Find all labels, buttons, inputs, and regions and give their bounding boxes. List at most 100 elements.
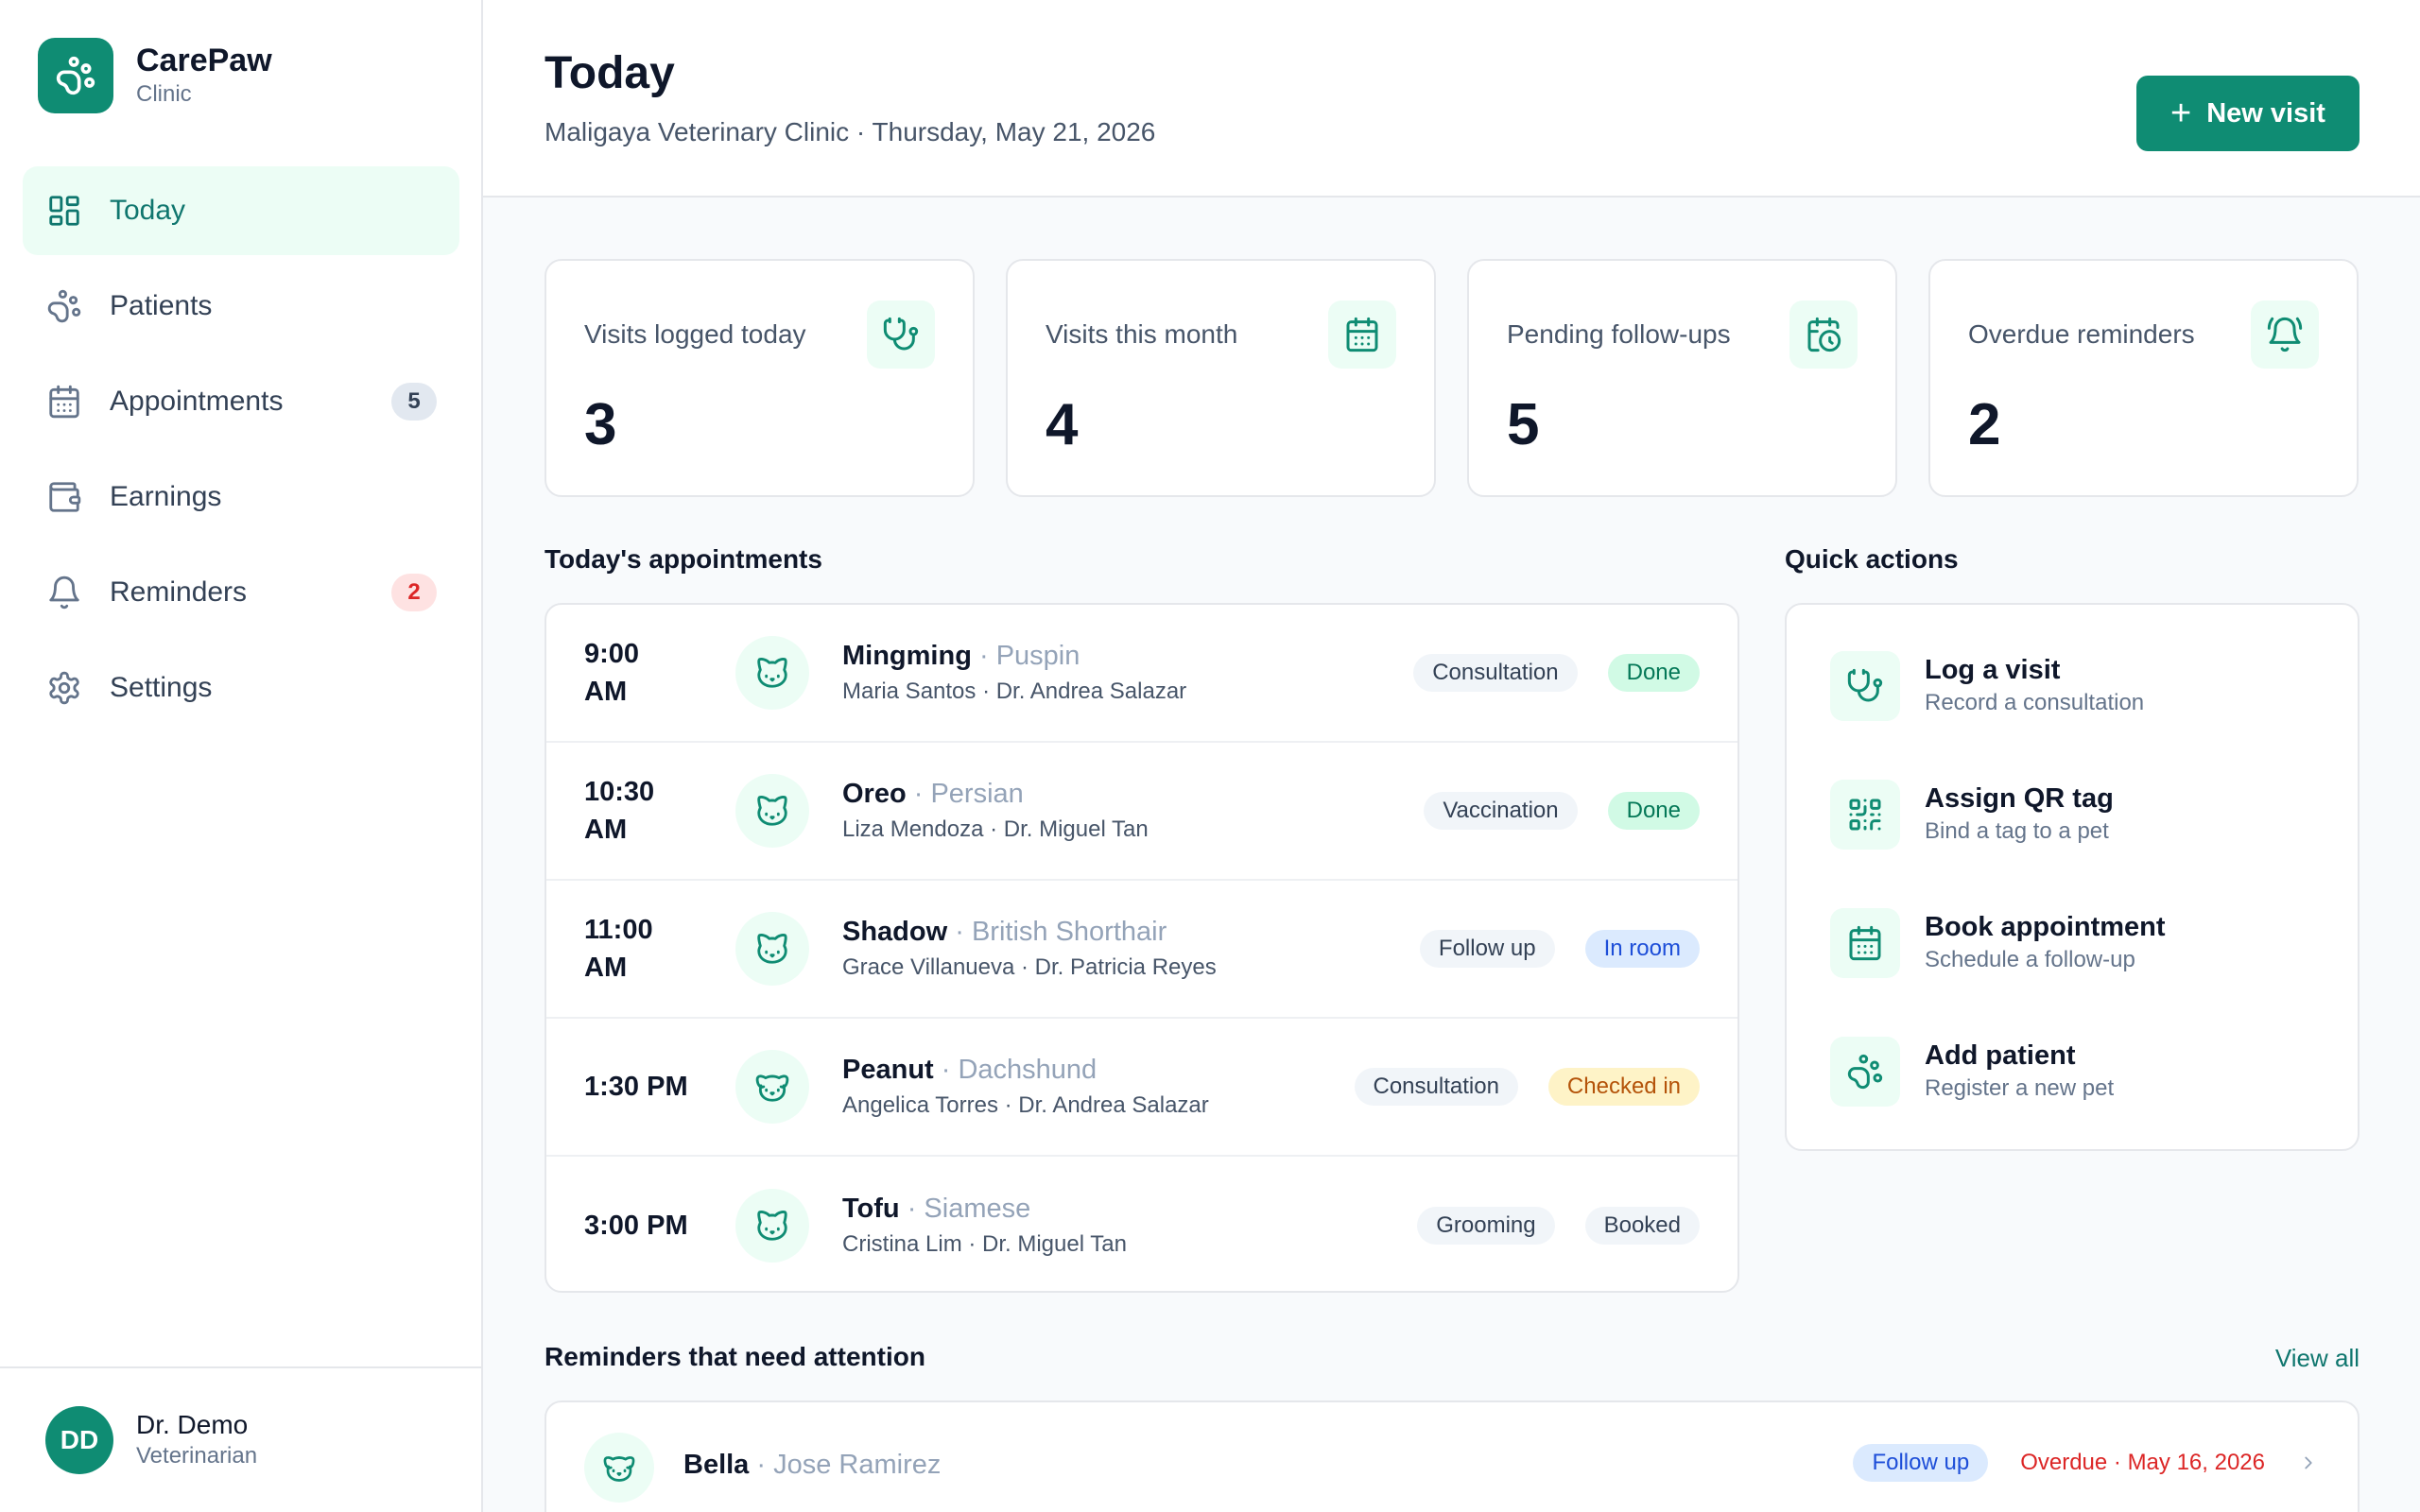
owner-vet: Angelica Torres · Dr. Andrea Salazar: [842, 1092, 1209, 1118]
page-title: Today: [544, 48, 675, 98]
sidebar-item-earnings[interactable]: Earnings: [23, 453, 459, 541]
calendar-icon: [45, 383, 83, 421]
stat-card-followups: Pending follow-ups 5: [1467, 259, 1897, 497]
alarm-bell-icon: [2251, 301, 2319, 369]
stat-label: Visits logged today: [584, 319, 806, 349]
stats-row: Visits logged today 3 Visits this month …: [544, 259, 2360, 497]
status-badge: Done: [1607, 792, 1700, 830]
appointment-row[interactable]: 9:00 AM Mingming · Puspin Maria Santos ·…: [546, 605, 1737, 743]
appointment-time: 1:30 PM: [584, 1072, 688, 1102]
visit-type-tag: Consultation: [1413, 654, 1578, 692]
quick-action-book-appointment[interactable]: Book appointment Schedule a follow-up: [1830, 896, 2166, 990]
appointment-time: 9:00 AM: [584, 639, 640, 707]
pet-breed: · British Shorthair: [955, 917, 1167, 947]
sidebar: CarePaw Clinic Today Patients Appointmen…: [0, 0, 483, 1512]
sidebar-item-label: Earnings: [110, 481, 222, 512]
owner-vet: Maria Santos · Dr. Andrea Salazar: [842, 679, 1187, 704]
stat-value: 3: [584, 392, 617, 457]
visit-type-tag: Grooming: [1417, 1207, 1555, 1245]
pet-breed: · Siamese: [907, 1194, 1031, 1224]
pet-name: Tofu: [842, 1194, 900, 1224]
sidebar-item-label: Appointments: [110, 386, 284, 417]
status-badge: In room: [1584, 930, 1700, 968]
page-header: Today Maligaya Veterinary Clinic · Thurs…: [483, 0, 2420, 198]
appointments-count-badge: 5: [391, 383, 437, 421]
dog-icon: [584, 1433, 654, 1503]
new-visit-label: New visit: [2206, 97, 2325, 129]
quick-action-log-visit[interactable]: Log a visit Record a consultation: [1830, 639, 2144, 733]
page-subtitle: Maligaya Veterinary Clinic · Thursday, M…: [544, 117, 1156, 146]
sidebar-nav: Today Patients Appointments 5 Earnings R…: [23, 166, 459, 739]
reminder-row[interactable]: Bella · Jose Ramirez Follow up Overdue ·…: [544, 1400, 2360, 1512]
stat-card-overdue: Overdue reminders 2: [1928, 259, 2359, 497]
brand[interactable]: CarePaw Clinic: [38, 38, 272, 113]
stat-value: 2: [1968, 392, 2001, 457]
sidebar-item-patients[interactable]: Patients: [23, 262, 459, 351]
status-badge: Booked: [1584, 1207, 1700, 1245]
status-badge: Done: [1607, 654, 1700, 692]
sidebar-item-appointments[interactable]: Appointments 5: [23, 357, 459, 446]
grid-icon: [45, 192, 83, 230]
overdue-date: Overdue · May 16, 2026: [2020, 1450, 2265, 1475]
quick-action-title: Add patient: [1925, 1040, 2076, 1071]
dog-icon: [735, 1050, 809, 1124]
quick-action-subtitle: Bind a tag to a pet: [1925, 818, 2109, 844]
appointment-time: 11:00 AM: [584, 915, 653, 983]
sidebar-item-label: Settings: [110, 672, 213, 703]
plus-icon: +: [2170, 94, 2192, 133]
stat-label: Pending follow-ups: [1507, 319, 1731, 349]
appointments-list: 9:00 AM Mingming · Puspin Maria Santos ·…: [544, 603, 1739, 1293]
stat-value: 5: [1507, 392, 1540, 457]
quick-action-add-patient[interactable]: Add patient Register a new pet: [1830, 1024, 2114, 1119]
avatar: DD: [45, 1406, 113, 1474]
brand-subtitle: Clinic: [136, 81, 192, 107]
appointment-time: 10:30 AM: [584, 777, 655, 845]
visit-type-tag: Vaccination: [1424, 792, 1578, 830]
cat-icon: [735, 774, 809, 848]
appointment-row[interactable]: 10:30 AM Oreo · Persian Liza Mendoza · D…: [546, 743, 1737, 881]
stat-value: 4: [1046, 392, 1079, 457]
status-badge: Checked in: [1547, 1068, 1700, 1106]
cat-icon: [735, 912, 809, 986]
quick-action-subtitle: Register a new pet: [1925, 1075, 2115, 1101]
quick-action-assign-qr[interactable]: Assign QR tag Bind a tag to a pet: [1830, 767, 2114, 862]
calendar-icon: [1830, 908, 1900, 978]
appointment-row[interactable]: 11:00 AM Shadow · British Shorthair Grac…: [546, 881, 1737, 1019]
quick-action-title: Book appointment: [1925, 912, 2166, 942]
gear-icon: [45, 669, 83, 707]
reminders-count-badge: 2: [391, 574, 437, 611]
cat-icon: [735, 636, 809, 710]
quick-action-title: Assign QR tag: [1925, 783, 2114, 814]
view-all-link[interactable]: View all: [2275, 1344, 2360, 1373]
visit-type-tag: Consultation: [1354, 1068, 1518, 1106]
quick-action-subtitle: Record a consultation: [1925, 690, 2145, 715]
pet-breed: · Persian: [913, 779, 1024, 809]
stethoscope-icon: [867, 301, 935, 369]
sidebar-item-label: Patients: [110, 290, 213, 321]
stat-label: Visits this month: [1046, 319, 1238, 349]
user-profile[interactable]: DD Dr. Demo Veterinarian: [0, 1366, 481, 1512]
user-role: Veterinarian: [136, 1443, 258, 1469]
pet-name: Bella: [683, 1450, 750, 1480]
paw-logo-icon: [38, 38, 113, 113]
appointment-row[interactable]: 1:30 PM Peanut · Dachshund Angelica Torr…: [546, 1019, 1737, 1157]
quick-action-title: Log a visit: [1925, 655, 2061, 685]
stat-label: Overdue reminders: [1968, 319, 2195, 349]
pet-breed: · Dachshund: [941, 1055, 1098, 1085]
pet-name: Shadow: [842, 917, 948, 947]
new-visit-button[interactable]: + New visit: [2136, 76, 2360, 151]
owner-vet: Cristina Lim · Dr. Miguel Tan: [842, 1231, 1127, 1257]
pet-breed: · Puspin: [978, 641, 1080, 671]
sidebar-item-today[interactable]: Today: [23, 166, 459, 255]
chevron-right-icon: [2297, 1452, 2320, 1474]
appointment-time: 3:00 PM: [584, 1211, 688, 1241]
stat-card-visits-today: Visits logged today 3: [544, 259, 975, 497]
reminder-type-tag: Follow up: [1853, 1444, 1989, 1482]
sidebar-item-settings[interactable]: Settings: [23, 644, 459, 732]
owner-vet: Grace Villanueva · Dr. Patricia Reyes: [842, 954, 1217, 980]
visit-type-tag: Follow up: [1419, 930, 1555, 968]
bell-icon: [45, 574, 83, 611]
appointment-row[interactable]: 3:00 PM Tofu · Siamese Cristina Lim · Dr…: [546, 1157, 1737, 1291]
sidebar-item-reminders[interactable]: Reminders 2: [23, 548, 459, 637]
quick-action-subtitle: Schedule a follow-up: [1925, 947, 2135, 972]
